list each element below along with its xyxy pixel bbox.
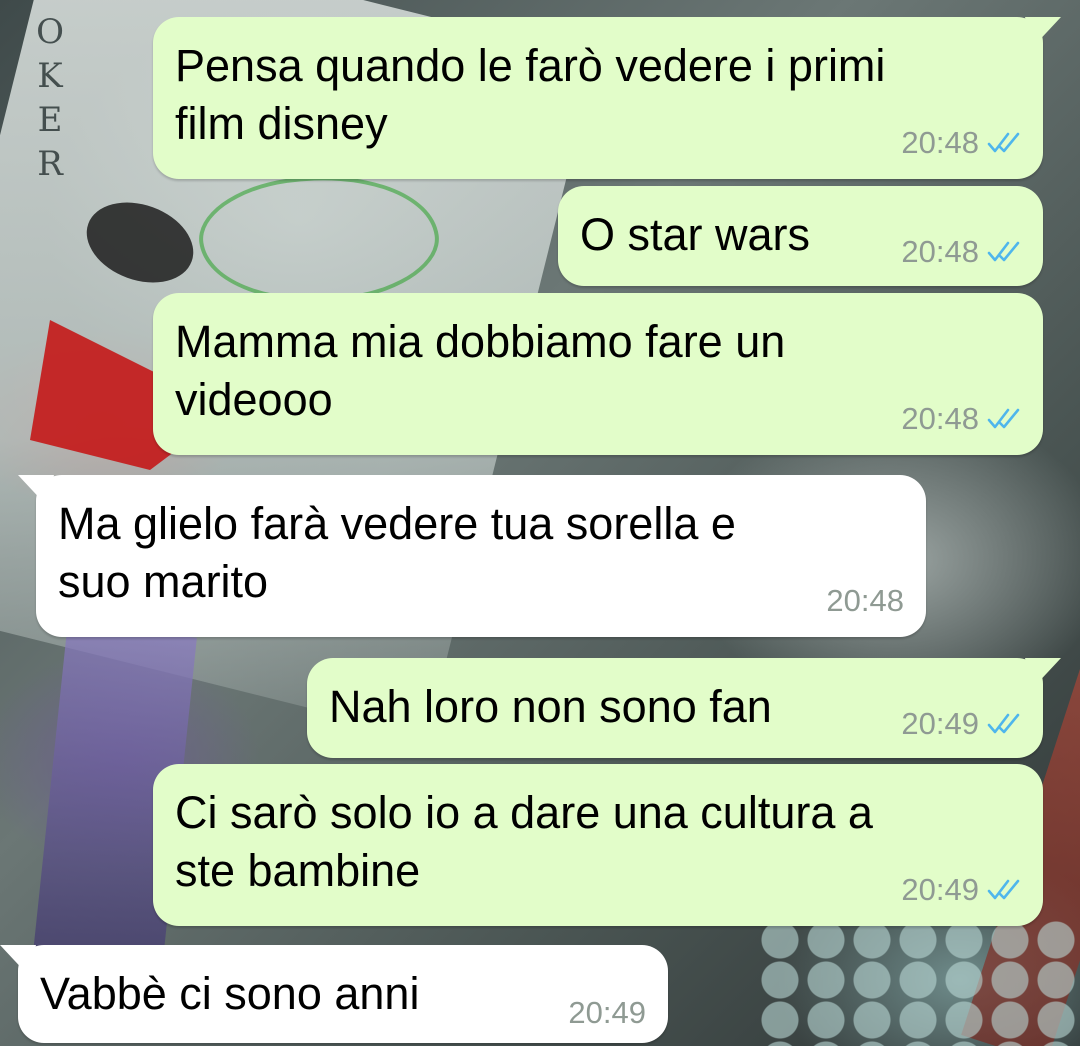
double-check-icon (987, 879, 1020, 900)
message-text: Ma glielo farà vedere tua sorella e suo … (58, 498, 736, 607)
message-text: Vabbè ci sono anni (40, 968, 420, 1019)
wallpaper-letter: K (37, 56, 63, 96)
double-check-icon (987, 408, 1020, 429)
message-meta: 20:49 (568, 995, 646, 1031)
message-text: Pensa quando le farò vedere i primi film… (175, 40, 886, 149)
message-time: 20:49 (568, 995, 646, 1030)
outgoing-message[interactable]: O star wars 20:48 (558, 186, 1043, 286)
message-time: 20:48 (826, 583, 904, 618)
message-meta: 20:48 (901, 234, 1021, 270)
double-check-icon (987, 713, 1020, 734)
message-time: 20:48 (901, 401, 979, 436)
outgoing-message[interactable]: Ci sarò solo io a dare una cultura a ste… (153, 764, 1043, 926)
outgoing-message[interactable]: Nah loro non sono fan 20:49 (307, 658, 1061, 758)
message-time: 20:49 (901, 872, 979, 907)
message-time: 20:48 (901, 125, 979, 160)
wallpaper-letter: O (36, 12, 64, 52)
message-text: O star wars (580, 209, 811, 260)
double-check-icon (987, 132, 1020, 153)
message-text: Mamma mia dobbiamo fare un videooo (175, 316, 786, 425)
message-meta: 20:49 (901, 872, 1021, 908)
message-text: Nah loro non sono fan (329, 681, 772, 732)
message-time: 20:48 (901, 234, 979, 269)
wallpaper-scales-pattern (760, 920, 1080, 1046)
double-check-icon (987, 241, 1020, 262)
message-meta: 20:49 (901, 706, 1021, 742)
message-meta: 20:48 (826, 583, 904, 619)
message-time: 20:49 (901, 706, 979, 741)
message-meta: 20:48 (901, 125, 1021, 161)
message-meta: 20:48 (901, 401, 1021, 437)
outgoing-message[interactable]: Mamma mia dobbiamo fare un videooo 20:48 (153, 293, 1043, 455)
message-text: Ci sarò solo io a dare una cultura a ste… (175, 787, 873, 896)
incoming-message[interactable]: Ma glielo farà vedere tua sorella e suo … (18, 475, 926, 637)
wallpaper-letters: O K E R (30, 10, 70, 186)
bubble-tail (0, 945, 36, 975)
bubble-tail (1025, 17, 1061, 47)
bubble-tail (18, 475, 54, 505)
outgoing-message[interactable]: Pensa quando le farò vedere i primi film… (153, 17, 1061, 179)
wallpaper-letter: R (37, 144, 63, 184)
wallpaper-letter: E (37, 100, 63, 140)
incoming-message[interactable]: Vabbè ci sono anni 20:49 (0, 945, 668, 1043)
bubble-tail (1025, 658, 1061, 688)
